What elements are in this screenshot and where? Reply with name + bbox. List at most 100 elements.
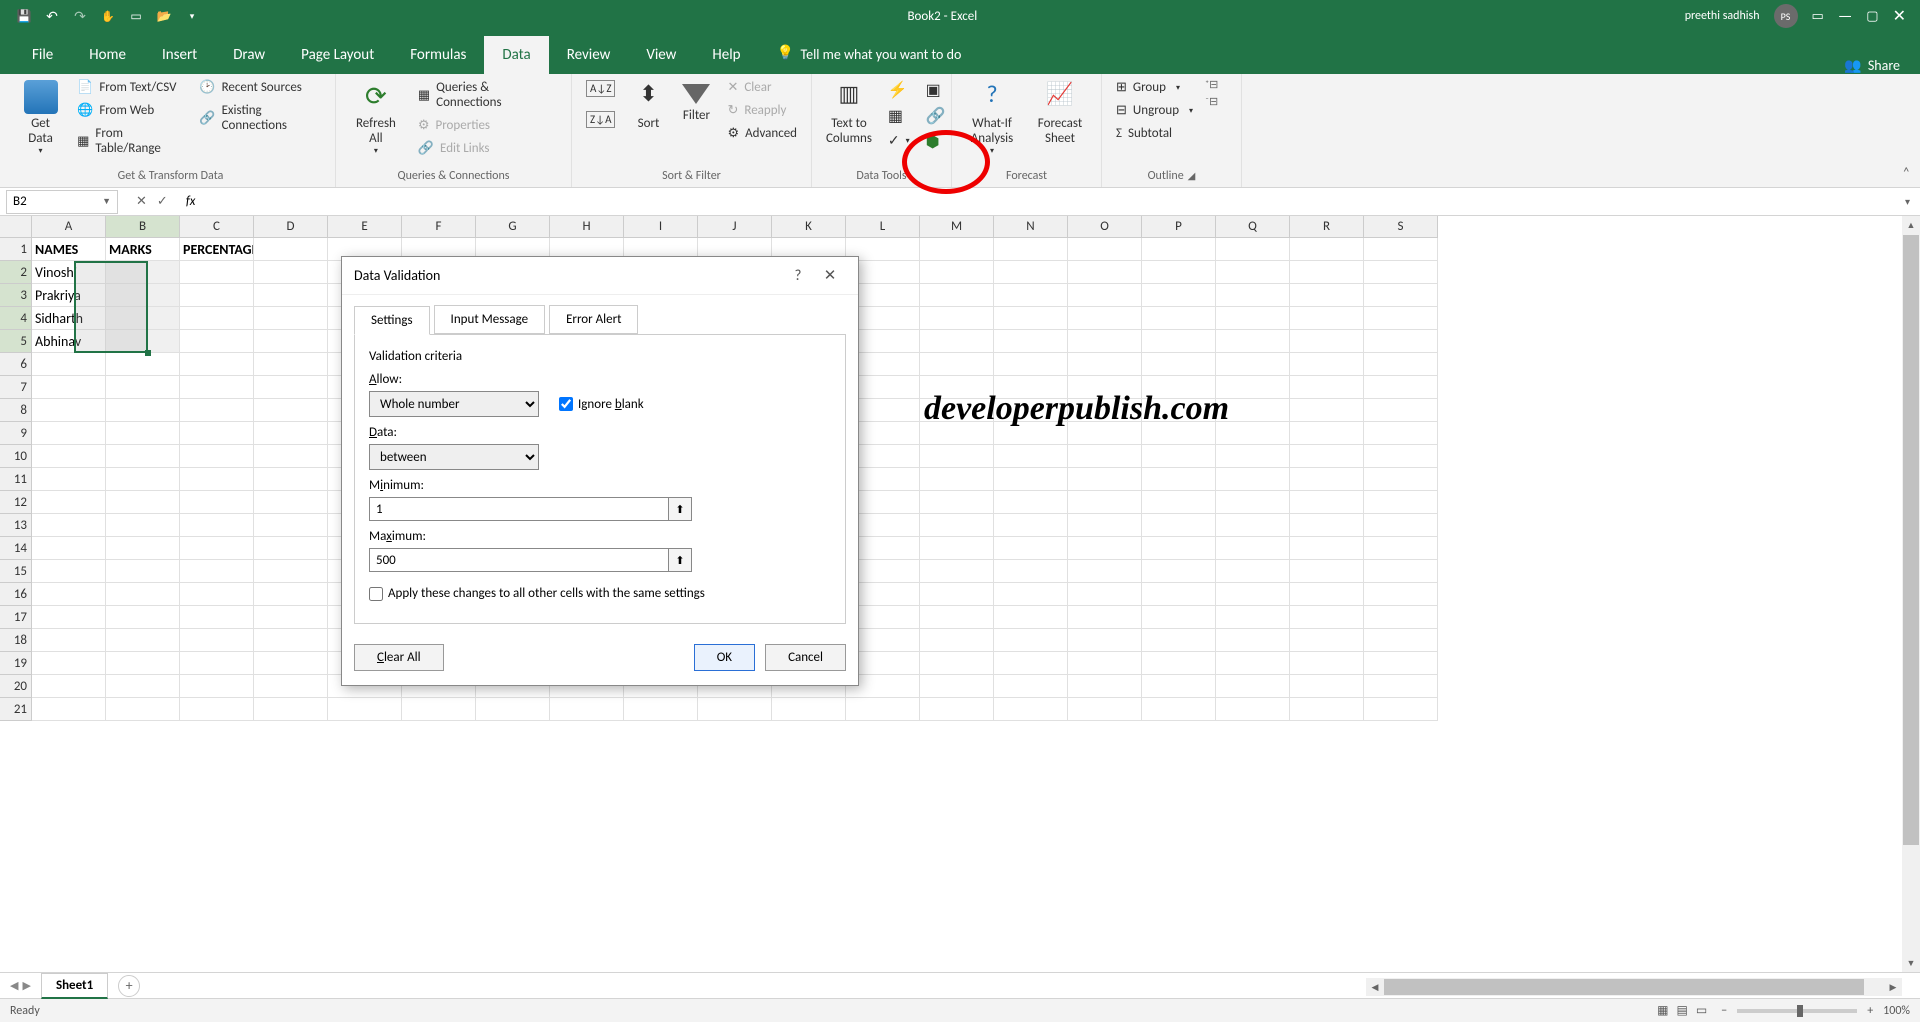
- tab-formulas[interactable]: Formulas: [392, 36, 484, 74]
- cell[interactable]: [254, 698, 328, 721]
- dialog-launcher-icon[interactable]: ◢: [1188, 169, 1196, 182]
- collapse-ribbon-icon[interactable]: ˄: [1902, 164, 1910, 181]
- cell[interactable]: [1290, 629, 1364, 652]
- sort-button[interactable]: ⬍ Sort: [627, 78, 669, 133]
- zoom-slider[interactable]: [1737, 1009, 1857, 1013]
- cell[interactable]: [1142, 445, 1216, 468]
- cell[interactable]: [994, 238, 1068, 261]
- cell[interactable]: [180, 284, 254, 307]
- cancel-button[interactable]: Cancel: [765, 644, 846, 671]
- cell[interactable]: [1068, 652, 1142, 675]
- cell[interactable]: [994, 491, 1068, 514]
- cell[interactable]: [1290, 537, 1364, 560]
- apply-changes-checkbox[interactable]: Apply these changes to all other cells w…: [369, 586, 705, 601]
- remove-duplicates-button[interactable]: ▦: [884, 104, 914, 128]
- cell[interactable]: [180, 330, 254, 353]
- cell[interactable]: [1142, 261, 1216, 284]
- ignore-blank-checkbox[interactable]: Ignore blank: [559, 397, 644, 412]
- text-to-columns-button[interactable]: ▥ Text to Columns: [822, 78, 876, 148]
- column-header[interactable]: K: [772, 216, 846, 238]
- maximum-input[interactable]: [369, 548, 669, 572]
- zoom-handle[interactable]: [1797, 1005, 1803, 1017]
- dialog-titlebar[interactable]: Data Validation ? ✕: [342, 257, 858, 295]
- row-header[interactable]: 3: [0, 284, 32, 307]
- zoom-in-icon[interactable]: +: [1867, 1004, 1873, 1018]
- column-header[interactable]: A: [32, 216, 106, 238]
- cell[interactable]: [1364, 330, 1438, 353]
- cell[interactable]: [920, 330, 994, 353]
- cell[interactable]: [1142, 307, 1216, 330]
- cell[interactable]: [106, 376, 180, 399]
- cell[interactable]: [994, 537, 1068, 560]
- maximize-icon[interactable]: ▢: [1866, 9, 1878, 24]
- cell[interactable]: [920, 560, 994, 583]
- cell[interactable]: [106, 514, 180, 537]
- cell[interactable]: [254, 514, 328, 537]
- cell[interactable]: [1364, 376, 1438, 399]
- ribbon-display-icon[interactable]: ▭: [1812, 9, 1824, 24]
- qat-dropdown-icon[interactable]: ▾: [184, 8, 200, 24]
- cell[interactable]: [180, 491, 254, 514]
- tab-help[interactable]: Help: [694, 36, 758, 74]
- cell[interactable]: [32, 537, 106, 560]
- cell[interactable]: [1216, 468, 1290, 491]
- tab-review[interactable]: Review: [549, 36, 629, 74]
- cell[interactable]: [1290, 261, 1364, 284]
- cell[interactable]: [994, 514, 1068, 537]
- cell[interactable]: [920, 261, 994, 284]
- cell[interactable]: [254, 330, 328, 353]
- row-header[interactable]: 19: [0, 652, 32, 675]
- cell[interactable]: [1068, 560, 1142, 583]
- data-select[interactable]: between: [369, 444, 539, 470]
- cell[interactable]: [1290, 491, 1364, 514]
- cell[interactable]: [698, 698, 772, 721]
- cell[interactable]: [920, 284, 994, 307]
- cell[interactable]: [1364, 583, 1438, 606]
- cell[interactable]: [1142, 238, 1216, 261]
- cell[interactable]: [180, 399, 254, 422]
- cell[interactable]: [254, 675, 328, 698]
- cell[interactable]: [1290, 376, 1364, 399]
- zoom-level[interactable]: 100%: [1883, 1004, 1910, 1018]
- cell[interactable]: [994, 560, 1068, 583]
- cell[interactable]: [1216, 675, 1290, 698]
- vertical-scrollbar[interactable]: ▲ ▼: [1902, 216, 1920, 972]
- cell[interactable]: [1216, 652, 1290, 675]
- subtotal-button[interactable]: ΣSubtotal: [1112, 124, 1197, 143]
- cell[interactable]: [1068, 330, 1142, 353]
- cell[interactable]: [1290, 422, 1364, 445]
- cell[interactable]: [180, 606, 254, 629]
- cell[interactable]: [254, 606, 328, 629]
- cell[interactable]: [920, 629, 994, 652]
- cell[interactable]: [106, 629, 180, 652]
- cell[interactable]: [1068, 238, 1142, 261]
- add-sheet-button[interactable]: +: [118, 975, 140, 997]
- flash-fill-button[interactable]: ⚡: [884, 78, 914, 102]
- tab-page-layout[interactable]: Page Layout: [283, 36, 392, 74]
- cell[interactable]: [106, 353, 180, 376]
- existing-connections-button[interactable]: 🔗Existing Connections: [195, 101, 325, 135]
- scroll-down-icon[interactable]: ▼: [1902, 954, 1920, 972]
- cell[interactable]: [1216, 537, 1290, 560]
- cell[interactable]: [1216, 491, 1290, 514]
- cell[interactable]: [1216, 330, 1290, 353]
- cell[interactable]: [106, 537, 180, 560]
- cell[interactable]: MARKS: [106, 238, 180, 261]
- cell[interactable]: [1068, 261, 1142, 284]
- sort-desc-button[interactable]: Z↓A: [582, 109, 619, 130]
- cell[interactable]: [772, 698, 846, 721]
- cell[interactable]: [920, 675, 994, 698]
- cell[interactable]: [994, 583, 1068, 606]
- tell-me-search[interactable]: 💡 Tell me what you want to do: [759, 34, 980, 74]
- column-header[interactable]: Q: [1216, 216, 1290, 238]
- column-header[interactable]: R: [1290, 216, 1364, 238]
- expand-formula-bar-icon[interactable]: ▾: [1905, 195, 1920, 208]
- cell[interactable]: [106, 606, 180, 629]
- row-header[interactable]: 15: [0, 560, 32, 583]
- cell[interactable]: [106, 330, 180, 353]
- cell[interactable]: [254, 537, 328, 560]
- cell[interactable]: [180, 307, 254, 330]
- cell[interactable]: [1364, 629, 1438, 652]
- cell[interactable]: [180, 468, 254, 491]
- cell[interactable]: [1290, 514, 1364, 537]
